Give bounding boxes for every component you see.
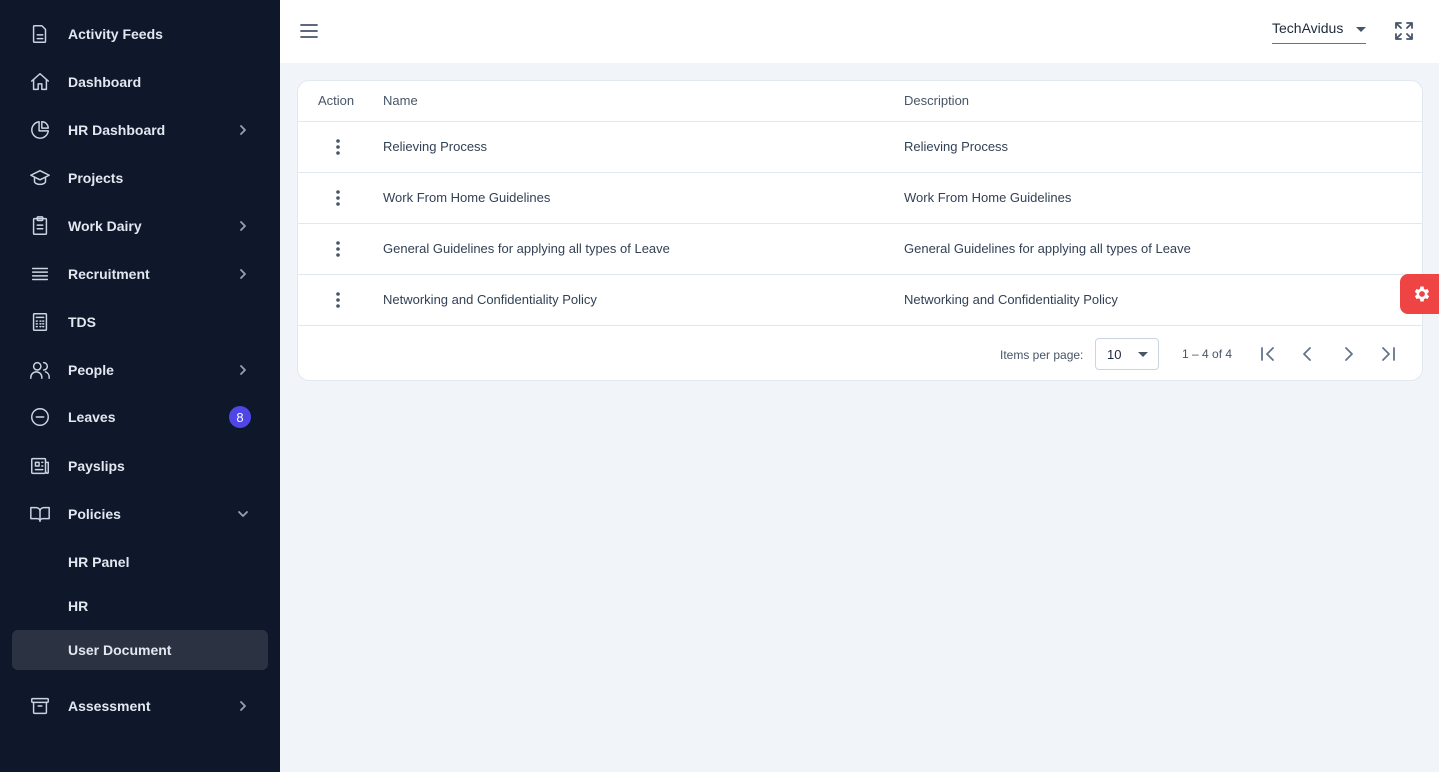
- caret-down-icon: [1356, 27, 1366, 32]
- sidebar-subitem-label: HR: [68, 598, 89, 614]
- sidebar-item-leaves[interactable]: Leaves 8: [0, 393, 280, 441]
- sidebar-item-assessment[interactable]: Assessment: [0, 682, 280, 730]
- sidebar-item-work-dairy[interactable]: Work Dairy: [0, 202, 280, 250]
- last-page-icon[interactable]: [1376, 342, 1400, 366]
- organization-select[interactable]: TechAvidus: [1272, 16, 1366, 44]
- previous-page-icon[interactable]: [1296, 342, 1320, 366]
- archive-icon: [28, 694, 52, 718]
- sidebar-item-people[interactable]: People: [0, 346, 280, 394]
- sidebar-subitem-label: User Document: [68, 642, 172, 658]
- table-row[interactable]: Networking and Confidentiality Policy Ne…: [298, 275, 1422, 326]
- sidebar-item-label: Recruitment: [68, 266, 150, 282]
- organization-select-value: TechAvidus: [1272, 20, 1344, 36]
- more-vert-icon[interactable]: [328, 290, 348, 310]
- sidebar-item-label: Assessment: [68, 698, 151, 714]
- page-range-label: 1 – 4 of 4: [1182, 347, 1233, 361]
- sidebar-subitem-label: HR Panel: [68, 554, 130, 570]
- first-page-icon[interactable]: [1256, 342, 1280, 366]
- chevron-down-icon: [236, 507, 250, 521]
- items-per-page-select[interactable]: 10: [1095, 338, 1159, 370]
- paginator: Items per page: 10 1 – 4 of 4: [298, 326, 1422, 380]
- sidebar-item-label: Work Dairy: [68, 218, 142, 234]
- column-header-description[interactable]: Description: [904, 93, 969, 108]
- sidebar-subitem-hr[interactable]: HR: [12, 586, 268, 626]
- sidebar-item-label: Projects: [68, 170, 124, 186]
- document-icon: [28, 22, 52, 46]
- sidebar-item-policies[interactable]: Policies: [0, 490, 280, 538]
- row-name: Work From Home Guidelines: [383, 190, 551, 205]
- chevron-right-icon: [236, 267, 250, 281]
- sidebar: Activity Feeds Dashboard HR Dashboard Pr…: [0, 0, 280, 772]
- documents-table-card: Action Name Description Relieving Proces…: [297, 80, 1423, 381]
- row-description: Relieving Process: [904, 139, 1009, 154]
- topbar: TechAvidus: [280, 0, 1439, 63]
- sidebar-item-recruitment[interactable]: Recruitment: [0, 250, 280, 298]
- column-header-name[interactable]: Name: [383, 93, 418, 108]
- calculator-icon: [28, 310, 52, 334]
- row-name: Relieving Process: [383, 139, 488, 154]
- sidebar-subitem-hr-panel[interactable]: HR Panel: [12, 542, 268, 582]
- gear-icon: [1412, 284, 1432, 304]
- table-header: Action Name Description: [298, 81, 1422, 122]
- sidebar-subitem-user-document[interactable]: User Document: [12, 630, 268, 670]
- sidebar-item-label: Policies: [68, 506, 121, 522]
- column-header-action: Action: [318, 93, 355, 108]
- more-vert-icon[interactable]: [328, 137, 348, 157]
- more-vert-icon[interactable]: [328, 188, 348, 208]
- sidebar-item-label: People: [68, 362, 114, 378]
- newspaper-icon: [28, 454, 52, 478]
- home-icon: [28, 70, 52, 94]
- sidebar-item-label: Dashboard: [68, 74, 142, 90]
- more-vert-icon[interactable]: [328, 239, 348, 259]
- clipboard-icon: [28, 214, 52, 238]
- caret-down-icon: [1138, 352, 1148, 357]
- users-icon: [28, 358, 52, 382]
- settings-fab-button[interactable]: [1400, 274, 1439, 314]
- sidebar-item-label: Activity Feeds: [68, 26, 163, 42]
- items-per-page-value: 10: [1107, 347, 1122, 362]
- graduation-cap-icon: [28, 166, 52, 190]
- sidebar-item-payslips[interactable]: Payslips: [0, 442, 280, 490]
- row-description: Networking and Confidentiality Policy: [904, 292, 1118, 307]
- leaves-count-badge: 8: [229, 406, 251, 428]
- pie-chart-icon: [28, 118, 52, 142]
- chevron-right-icon: [236, 699, 250, 713]
- sidebar-item-label: Leaves: [68, 409, 116, 425]
- sidebar-item-label: HR Dashboard: [68, 122, 166, 138]
- chevron-right-icon: [236, 123, 250, 137]
- fullscreen-icon[interactable]: [1394, 21, 1414, 41]
- row-description: Work From Home Guidelines: [904, 190, 1072, 205]
- row-name: Networking and Confidentiality Policy: [383, 292, 597, 307]
- sidebar-item-hr-dashboard[interactable]: HR Dashboard: [0, 106, 280, 154]
- chevron-right-icon: [236, 219, 250, 233]
- hamburger-menu-icon[interactable]: [298, 20, 320, 42]
- book-open-icon: [28, 502, 52, 526]
- sidebar-item-dashboard[interactable]: Dashboard: [0, 58, 280, 106]
- row-name: General Guidelines for applying all type…: [383, 241, 670, 256]
- table-row[interactable]: Relieving Process Relieving Process: [298, 122, 1422, 173]
- sidebar-item-tds[interactable]: TDS: [0, 298, 280, 346]
- items-per-page-label: Items per page:: [1000, 348, 1084, 362]
- chevron-right-icon: [236, 363, 250, 377]
- minus-circle-icon: [28, 405, 52, 429]
- sidebar-item-activity-feeds[interactable]: Activity Feeds: [0, 10, 280, 58]
- next-page-icon[interactable]: [1336, 342, 1360, 366]
- table-row[interactable]: General Guidelines for applying all type…: [298, 224, 1422, 275]
- table-row[interactable]: Work From Home Guidelines Work From Home…: [298, 173, 1422, 224]
- sidebar-item-label: TDS: [68, 314, 96, 330]
- list-icon: [28, 262, 52, 286]
- sidebar-item-label: Payslips: [68, 458, 125, 474]
- sidebar-item-projects[interactable]: Projects: [0, 154, 280, 202]
- row-description: General Guidelines for applying all type…: [904, 241, 1191, 256]
